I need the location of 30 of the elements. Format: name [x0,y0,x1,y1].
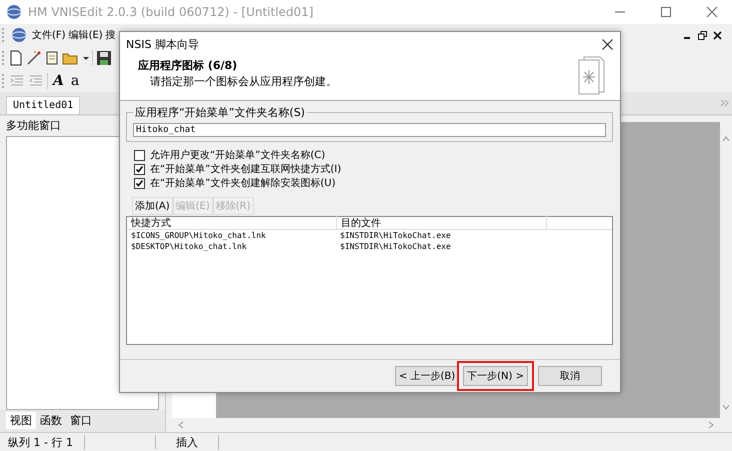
nav-button[interactable]: 取消 [538,366,602,386]
list-button[interactable]: 添加(A) [132,197,173,215]
menu-item[interactable]: 搜 [106,28,116,42]
dialog-title: NSIS 脚本向导 [126,36,199,52]
option-label: 允许用户更改“开始菜单”文件夹名称(C) [150,148,326,162]
document-tab[interactable]: Untitled01 [6,96,80,114]
nav-button[interactable]: 下一步(N) > [463,366,528,386]
menu-item[interactable]: 文件(F) [32,28,66,42]
panel-tab[interactable]: 函数 [36,412,66,429]
table-cell-text: $INSTDIR\HiTokoChat.exe [339,231,452,240]
column-header[interactable]: 目的文件 [337,216,547,230]
option-label: 在“开始菜单”文件夹创建解除安装图标(U) [150,176,336,190]
table-cell-text: $DESKTOP\Hitoko_chat.lnk [130,242,248,251]
panel-tab[interactable]: 视图 [6,412,36,429]
table-cell-text: $INSTDIR\HiTokoChat.exe [339,242,452,251]
format-button[interactable]: a [68,72,82,88]
window-title: HM VNISEdit 2.0.3 (build 060712) - [Untitled01] [28,5,314,19]
table-cell-text: $ICONS_GROUP\Hitoko_chat.lnk [130,231,267,240]
menu-item[interactable]: 编辑(E) [68,28,103,42]
format-button[interactable]: A [51,72,66,88]
folder-name-field[interactable]: Hitoko_chat [133,123,606,137]
status-position: 纵列 1 - 行 1 [0,434,85,450]
nav-button[interactable]: < 上一步(B) [394,366,460,386]
page-subtitle: 请指定那一个图标会从应用程序创建。 [149,74,337,89]
status-mode: 插入 [156,434,219,450]
column-header[interactable]: 快捷方式 [127,216,337,230]
option-label: 在“开始菜单”文件夹创建互联网快捷方式(I) [150,162,342,176]
panel-tab[interactable]: 窗口 [66,412,96,429]
group-label: 应用程序“开始菜单”文件夹名称(S) [133,105,307,120]
page-heading: 应用程序图标 (6/8) [138,58,238,73]
